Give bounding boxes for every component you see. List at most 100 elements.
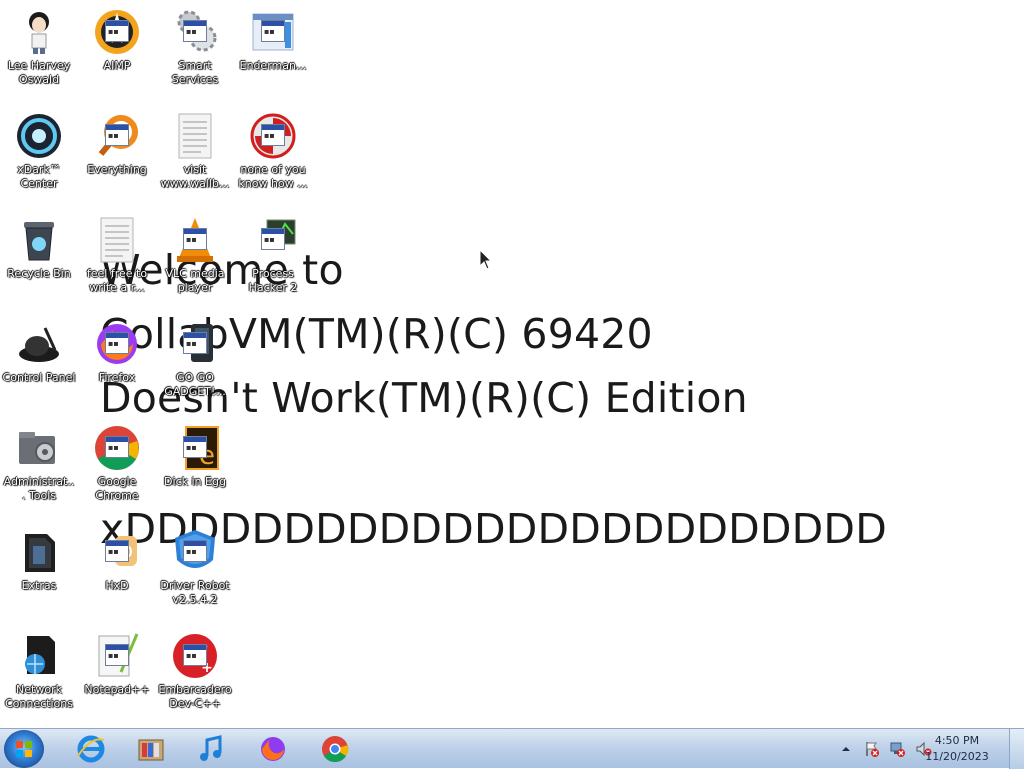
- library-icon: [138, 739, 164, 761]
- taskbar: 4:50 PM 11/20/2023: [0, 728, 1024, 769]
- system-tray: 4:50 PM 11/20/2023: [834, 729, 1024, 769]
- gadget-icon: [171, 320, 219, 368]
- desktop-icon-google-chrome[interactable]: Google Chrome: [80, 418, 154, 518]
- application-overlay-icon: [105, 124, 129, 146]
- desktop-icon-label: Enderman...: [239, 59, 307, 72]
- control-panel-icon: [15, 320, 63, 368]
- network-icon: [15, 632, 63, 680]
- chrome-icon: [93, 424, 141, 472]
- desktop-icon-label: Lee Harvey Oswald: [7, 59, 71, 86]
- desktop-icon-label: Embarcadero Dev-C++: [158, 683, 232, 710]
- desktop-icon-network-connections[interactable]: Network Connections: [2, 626, 76, 726]
- clock-date: 11/20/2023: [925, 750, 989, 763]
- window-icon: [249, 8, 297, 56]
- red-swirl-icon: [249, 112, 297, 160]
- application-overlay-icon: [105, 644, 129, 666]
- desktop-icon-label: HxD: [105, 579, 129, 592]
- taskbar-firefox[interactable]: [244, 731, 302, 767]
- recycle-bin-icon: [15, 216, 63, 264]
- network-error-icon: [890, 742, 905, 757]
- desktop-icon-vlc[interactable]: VLC media player: [158, 210, 232, 310]
- desktop-icon-process-hacker[interactable]: Process Hacker 2: [236, 210, 310, 310]
- desktop-icon-devcpp[interactable]: DEV + Embarcadero Dev-C++: [158, 626, 232, 726]
- desktop-icon-label: Network Connections: [5, 683, 73, 710]
- aimp-icon: [93, 8, 141, 56]
- desktop-icon-label: Everything: [87, 163, 147, 176]
- desktop-icon-label: Extras: [21, 579, 57, 592]
- desktop-icon-lee-harvey-oswald[interactable]: Lee Harvey Oswald: [2, 2, 76, 102]
- desktop-icon-driver-robot[interactable]: Driver Robot v2.5.4.2: [158, 522, 232, 622]
- desktop-icon-notepadpp[interactable]: Notepad++: [80, 626, 154, 726]
- application-overlay-icon: [183, 436, 207, 458]
- start-button[interactable]: [4, 730, 44, 768]
- desktop-icon-go-go-gadget[interactable]: GO GO GADGET!...: [158, 314, 232, 414]
- application-overlay-icon: [261, 228, 285, 250]
- desktop-icon-label: visit www.wallb...: [160, 163, 230, 190]
- action-center-tray-icon[interactable]: [864, 741, 880, 757]
- egg-icon: e: [171, 424, 219, 472]
- notepadpp-icon: [93, 632, 141, 680]
- desktop-icon-feel-free[interactable]: feel free to write a r...: [80, 210, 154, 310]
- character-icon: [15, 8, 63, 56]
- desktop-icon-aimp[interactable]: AIMP: [80, 2, 154, 102]
- desktop-icon-label: none of you know how ...: [238, 163, 308, 190]
- desktop-icon-hxd[interactable]: D HxD: [80, 522, 154, 622]
- desktop[interactable]: Welcome to CollabVM(TM)(R)(C) 69420 Does…: [0, 0, 1024, 728]
- taskbar-media[interactable]: [182, 731, 240, 767]
- desktop-icon-administrative-tools[interactable]: Administrat... Tools: [2, 418, 76, 518]
- desktop-icon-none-of-you[interactable]: none of you know how ...: [236, 106, 310, 206]
- desktop-icon-control-panel[interactable]: Control Panel: [2, 314, 76, 414]
- internet-explorer-icon: [77, 735, 105, 763]
- desktop-icon-label: GO GO GADGET!...: [164, 371, 226, 398]
- desktop-icon-everything[interactable]: Everything: [80, 106, 154, 206]
- application-overlay-icon: [261, 20, 285, 42]
- desktop-icon-label: Google Chrome: [95, 475, 139, 502]
- desktop-icon-extras[interactable]: Extras: [2, 522, 76, 622]
- desktop-icon-label: feel free to write a r...: [86, 267, 148, 294]
- mouse-cursor-icon: [479, 248, 493, 275]
- desktop-icon-label: Driver Robot v2.5.4.2: [160, 579, 230, 606]
- desktop-icon-visit-wallb[interactable]: visit www.wallb...: [158, 106, 232, 206]
- flag-error-icon: [866, 742, 879, 757]
- chevron-up-icon: [842, 747, 850, 751]
- desktop-icon-label: Process Hacker 2: [248, 267, 298, 294]
- taskbar-library[interactable]: [122, 731, 180, 767]
- desktop-icon-smart-services[interactable]: Smart Services: [158, 2, 232, 102]
- text-document-icon: [93, 216, 141, 264]
- desktop-icon-label: Notepad++: [84, 683, 150, 696]
- windows-logo-icon: [16, 741, 32, 757]
- vlc-icon: [171, 216, 219, 264]
- firefox-icon: [93, 320, 141, 368]
- hxd-icon: D: [93, 528, 141, 576]
- application-overlay-icon: [261, 124, 285, 146]
- show-hidden-icons-button[interactable]: [838, 741, 854, 757]
- taskbar-google-chrome[interactable]: [306, 731, 364, 767]
- chrome-icon: [322, 736, 349, 763]
- show-desktop-button[interactable]: [1009, 729, 1024, 769]
- taskbar-internet-explorer[interactable]: [62, 731, 120, 767]
- application-overlay-icon: [105, 20, 129, 42]
- driver-robot-icon: [171, 528, 219, 576]
- application-overlay-icon: [183, 228, 207, 250]
- admin-tools-icon: [15, 424, 63, 472]
- desktop-icon-label: xDark™ Center: [17, 163, 61, 190]
- desktop-icon-label: VLC media player: [165, 267, 225, 294]
- application-overlay-icon: [183, 332, 207, 354]
- application-overlay-icon: [183, 540, 207, 562]
- everything-icon: [93, 112, 141, 160]
- desktop-icon-label: Dick in Egg: [164, 475, 226, 488]
- process-hacker-icon: [249, 216, 297, 264]
- desktop-icon-xdark-center[interactable]: xDark™ Center: [2, 106, 76, 206]
- desktop-icon-label: Administrat... Tools: [3, 475, 75, 502]
- desktop-icon-label: Recycle Bin: [7, 267, 71, 280]
- application-overlay-icon: [105, 436, 129, 458]
- firefox-icon: [261, 737, 285, 761]
- application-overlay-icon: [105, 540, 129, 562]
- desktop-icon-firefox[interactable]: Firefox: [80, 314, 154, 414]
- clock[interactable]: 4:50 PM 11/20/2023: [922, 733, 992, 765]
- network-tray-icon[interactable]: [890, 741, 906, 757]
- desktop-icon-enderman[interactable]: Enderman...: [236, 2, 310, 102]
- desktop-icon-recycle-bin[interactable]: Recycle Bin: [2, 210, 76, 310]
- application-overlay-icon: [183, 644, 207, 666]
- desktop-icon-dick-in-egg[interactable]: e Dick in Egg: [158, 418, 232, 518]
